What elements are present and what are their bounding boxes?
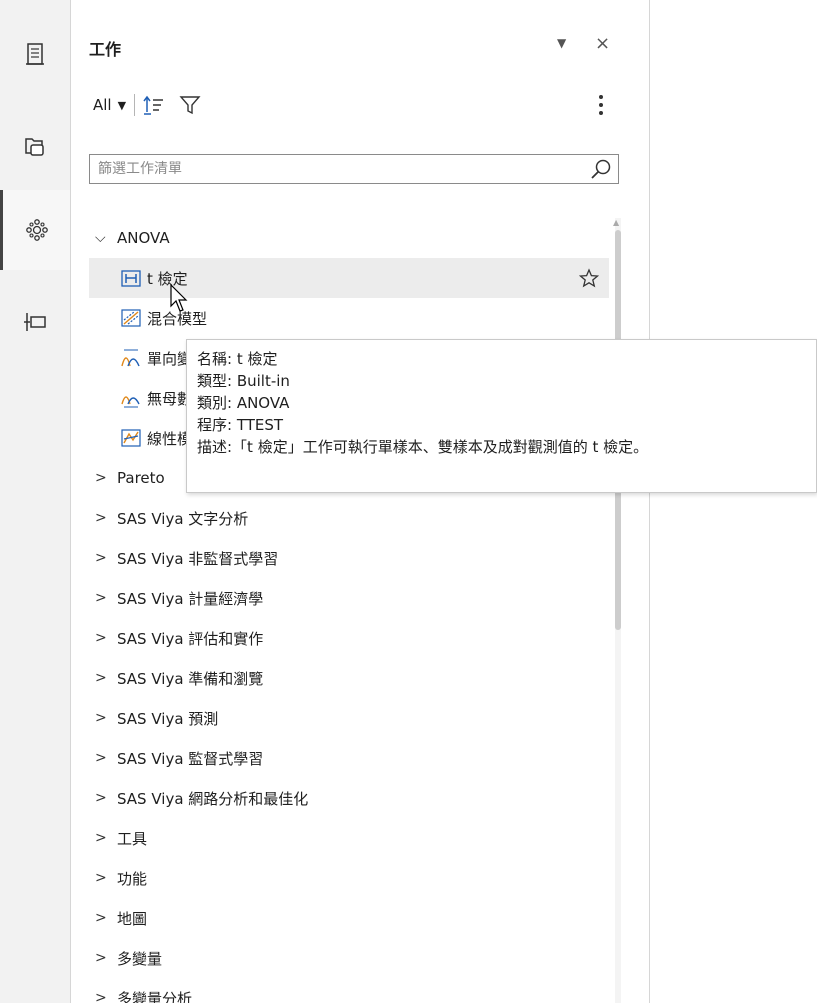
folders-icon [25, 138, 44, 156]
panel-toolbar: All ▼ [93, 92, 215, 118]
task-tree: ⌵ ANOVA t 檢定 混合模型 線性模型 > Pareto > SAS Vi… [89, 218, 609, 1003]
tree-group[interactable]: > SAS Viya 預測 [89, 698, 609, 738]
tasks-icon [25, 219, 48, 241]
tree-item-t-test[interactable]: t 檢定 [89, 258, 609, 298]
document-icon [26, 43, 44, 65]
tooltip-procedure: 程序: TTEST [197, 416, 284, 434]
chevron-right-icon[interactable]: > [95, 630, 117, 646]
rail-document-button[interactable] [0, 14, 70, 94]
tree-group[interactable]: > SAS Viya 網路分析和最佳化 [89, 778, 609, 818]
view-select-value: All [93, 96, 112, 114]
rail-tasks-button[interactable] [0, 190, 70, 270]
tooltip-category: 類別: ANOVA [197, 394, 290, 412]
sort-icon[interactable] [143, 94, 165, 116]
tree-group-label: SAS Viya 評估和實作 [117, 629, 264, 648]
panel-title: 工作 [89, 40, 122, 59]
tree-group[interactable]: > SAS Viya 監督式學習 [89, 738, 609, 778]
tree-group[interactable]: > 工具 [89, 818, 609, 858]
mouse-cursor-icon [170, 284, 188, 312]
left-rail [0, 0, 70, 1003]
star-icon[interactable] [579, 268, 599, 288]
tree-group-label: 功能 [117, 869, 148, 888]
tree-group[interactable]: > SAS Viya 文字分析 [89, 498, 609, 538]
mixed-models-task-icon [121, 309, 141, 327]
tooltip-name: 名稱: t 檢定 [197, 350, 278, 368]
tree-group[interactable]: > SAS Viya 評估和實作 [89, 618, 609, 658]
chevron-right-icon[interactable]: > [95, 950, 117, 966]
tree-group[interactable]: > SAS Viya 準備和瀏覽 [89, 658, 609, 698]
rail-snippets-button[interactable] [0, 282, 70, 362]
one-way-anova-task-icon [121, 349, 140, 367]
tree-group-label: 地圖 [117, 909, 148, 928]
tree-group-anova[interactable]: ⌵ ANOVA [89, 218, 609, 258]
rail-folders-button[interactable] [0, 106, 70, 186]
panel-close-icon[interactable]: × [595, 33, 610, 54]
linear-models-task-icon [121, 429, 141, 447]
tree-group-label: SAS Viya 準備和瀏覽 [117, 669, 264, 688]
nonparametric-anova-task-icon [121, 396, 140, 408]
chevron-right-icon[interactable]: > [95, 510, 117, 526]
chevron-right-icon[interactable]: > [95, 670, 117, 686]
search-icon[interactable] [590, 158, 612, 180]
task-tooltip: 名稱: t 檢定 類型: Built-in 類別: ANOVA 程序: TTES… [186, 339, 817, 493]
more-options-icon[interactable] [597, 92, 605, 118]
chevron-right-icon[interactable]: > [95, 790, 117, 806]
view-select[interactable]: All ▼ [93, 96, 126, 114]
chevron-right-icon[interactable]: > [95, 830, 117, 846]
chevron-right-icon[interactable]: > [95, 750, 117, 766]
tree-scrollbar[interactable]: ▲ [611, 218, 625, 1003]
panel-menu-chevron-icon[interactable]: ▼ [557, 36, 566, 50]
tree-item-mixed-models[interactable]: 混合模型 [89, 298, 609, 338]
tooltip-description: 描述:「t 檢定」工作可執行單樣本、雙樣本及成對觀測值的 t 檢定。 [197, 438, 649, 456]
tree-group-label: SAS Viya 文字分析 [117, 509, 249, 528]
chevron-right-icon[interactable]: > [95, 910, 117, 926]
tooltip-type: 類型: Built-in [197, 372, 290, 390]
task-filter-field[interactable] [89, 154, 619, 184]
tree-group-label: SAS Viya 計量經濟學 [117, 589, 264, 608]
tree-group-label: SAS Viya 預測 [117, 709, 219, 728]
filter-icon[interactable] [179, 94, 201, 116]
scroll-up-arrow-icon[interactable]: ▲ [613, 218, 619, 227]
tree-group[interactable]: > 地圖 [89, 898, 609, 938]
tasks-panel: 工作 ▼ × All ▼ ⌵ [70, 0, 650, 1003]
tree-group-label: SAS Viya 網路分析和最佳化 [117, 789, 309, 808]
chevron-right-icon[interactable]: > [95, 470, 117, 486]
chevron-right-icon[interactable]: > [95, 870, 117, 886]
tree-group-label: Pareto [117, 469, 165, 487]
chevron-right-icon[interactable]: > [95, 710, 117, 726]
task-filter-input[interactable] [90, 155, 590, 183]
tree-group-label: SAS Viya 監督式學習 [117, 749, 264, 768]
chevron-down-icon: ▼ [117, 98, 127, 112]
tree-group-label: 多變量 [117, 949, 163, 968]
tree-group-label: SAS Viya 非監督式學習 [117, 549, 279, 568]
chevron-right-icon[interactable]: > [95, 990, 117, 1003]
tree-group[interactable]: > SAS Viya 計量經濟學 [89, 578, 609, 618]
snippets-icon [24, 313, 46, 331]
tree-group[interactable]: > 多變量 [89, 938, 609, 978]
chevron-right-icon[interactable]: > [95, 550, 117, 566]
tree-group-label: ANOVA [117, 229, 170, 247]
t-test-task-icon [121, 270, 141, 287]
chevron-right-icon[interactable]: > [95, 590, 117, 606]
tree-group[interactable]: > SAS Viya 非監督式學習 [89, 538, 609, 578]
tree-group[interactable]: > 功能 [89, 858, 609, 898]
tree-group-label: 工具 [117, 829, 148, 848]
toolbar-divider [134, 94, 136, 116]
tree-group-label: 多變量分析 [117, 989, 193, 1003]
chevron-down-icon[interactable]: ⌵ [95, 230, 117, 246]
tree-group[interactable]: > 多變量分析 [89, 978, 609, 1003]
